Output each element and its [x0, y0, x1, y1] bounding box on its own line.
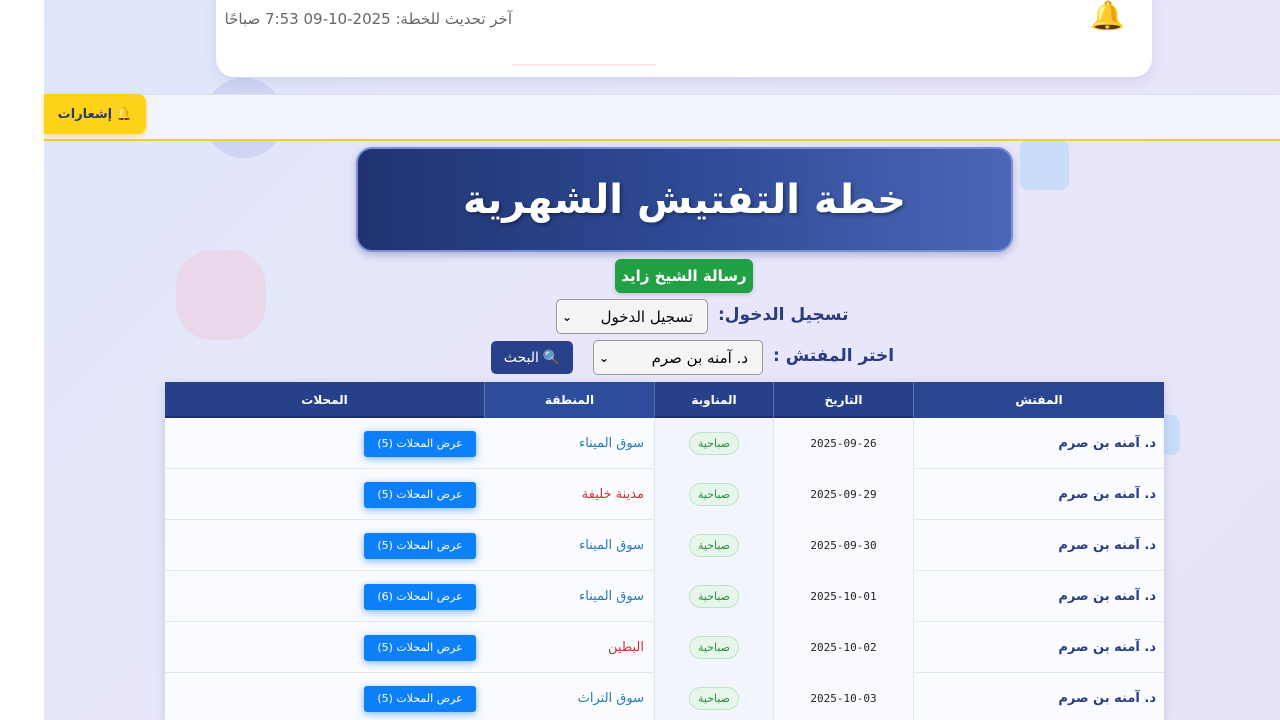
card-divider — [512, 64, 656, 66]
date-cell: 2025-10-03 — [773, 673, 913, 720]
area-text: سوق الميناء — [579, 589, 644, 604]
date-cell: 2025-10-02 — [773, 622, 913, 673]
inspector-select[interactable]: د. آمنه بن صرم ⌄ — [593, 340, 763, 375]
login-label: تسجيل الدخول: — [718, 305, 849, 325]
view-shops-button[interactable]: عرض المحلات (5) — [364, 481, 476, 508]
bell-icon: 🔔 — [116, 106, 133, 122]
login-select-value: تسجيل الدخول — [600, 307, 693, 326]
table-row: د. آمنه بن صرم 2025-09-29 صباحية مدينة خ… — [165, 469, 1164, 520]
shift-cell: صباحية — [654, 673, 773, 720]
page-title: خطة التفتيش الشهرية — [463, 176, 906, 223]
search-button[interactable]: 🔍 البحث — [491, 341, 573, 374]
column-header-shops: المحلات — [301, 393, 348, 407]
area-text: البطين — [608, 640, 644, 655]
area-cell: سوق الميناء — [484, 520, 654, 571]
shops-cell: عرض المحلات (5) — [165, 520, 484, 571]
chevron-down-icon: ⌄ — [599, 350, 610, 365]
shift-cell: صباحية — [654, 520, 773, 571]
shift-badge: صباحية — [688, 636, 740, 659]
shift-cell: صباحية — [654, 418, 773, 469]
login-select[interactable]: تسجيل الدخول ⌄ — [556, 299, 708, 334]
decorative-blob — [176, 250, 266, 340]
shift-badge: صباحية — [688, 432, 740, 455]
sheikh-zayed-message-button[interactable]: رسالة الشيخ زايد — [615, 259, 753, 293]
shift-cell: صباحية — [654, 469, 773, 520]
column-header-inspector: المفتش — [913, 382, 1164, 418]
area-cell: سوق الميناء — [484, 418, 654, 469]
inspector-cell: د. آمنه بن صرم — [913, 571, 1164, 622]
inspector-cell: د. آمنه بن صرم — [913, 673, 1164, 720]
decorative-blob — [1020, 140, 1069, 190]
column-header-area: المنطقة — [484, 382, 654, 418]
update-notice-card: آخر تحديث للخطة: 2025-10-09 7:53 صباحًا … — [216, 0, 1152, 77]
inspector-cell: د. آمنه بن صرم — [913, 520, 1164, 571]
table-row: د. آمنه بن صرم 2025-10-02 صباحية البطين … — [165, 622, 1164, 673]
table-row: د. آمنه بن صرم 2025-10-01 صباحية سوق الم… — [165, 571, 1164, 622]
date-cell: 2025-09-30 — [773, 520, 913, 571]
shift-badge: صباحية — [688, 585, 740, 608]
notifications-button[interactable]: 🔔 إشعارات — [44, 94, 146, 134]
shift-badge: صباحية — [688, 534, 740, 557]
last-update-text: آخر تحديث للخطة: 2025-10-09 7:53 صباحًا — [224, 10, 512, 28]
shift-badge: صباحية — [688, 483, 740, 506]
shops-cell: عرض المحلات (6) — [165, 571, 484, 622]
column-header-date: التاريخ — [773, 382, 913, 418]
view-shops-button[interactable]: عرض المحلات (5) — [364, 532, 476, 559]
date-cell: 2025-09-26 — [773, 418, 913, 469]
inspector-label: اختر المفتش : — [773, 346, 895, 366]
bell-icon: 🔔 — [1090, 0, 1125, 32]
table-row: د. آمنه بن صرم 2025-09-26 صباحية سوق الم… — [165, 418, 1164, 469]
area-text: سوق الميناء — [579, 436, 644, 451]
shops-cell: عرض المحلات (5) — [165, 622, 484, 673]
table-row: د. آمنه بن صرم 2025-09-30 صباحية سوق الم… — [165, 520, 1164, 571]
view-shops-button[interactable]: عرض المحلات (5) — [364, 430, 476, 457]
notification-bar — [44, 94, 1280, 141]
area-cell: سوق الميناء — [484, 571, 654, 622]
date-cell: 2025-09-29 — [773, 469, 913, 520]
inspector-cell: د. آمنه بن صرم — [913, 418, 1164, 469]
area-cell: سوق التراث — [484, 673, 654, 720]
inspection-table: المفتش التاريخ المناوبة المنطقة المحلات … — [165, 382, 1164, 720]
shops-cell: عرض المحلات (5) — [165, 673, 484, 720]
shift-cell: صباحية — [654, 571, 773, 622]
shift-cell: صباحية — [654, 622, 773, 673]
date-cell: 2025-10-01 — [773, 571, 913, 622]
area-text: سوق التراث — [577, 691, 644, 706]
shops-cell: عرض المحلات (5) — [165, 469, 484, 520]
inspector-cell: د. آمنه بن صرم — [913, 469, 1164, 520]
table-header: المفتش التاريخ المناوبة المنطقة المحلات — [165, 382, 1164, 418]
search-label: البحث — [503, 349, 539, 366]
shift-badge: صباحية — [688, 687, 740, 710]
view-shops-button[interactable]: عرض المحلات (5) — [364, 634, 476, 661]
area-cell: مدينة خليفة — [484, 469, 654, 520]
title-banner: خطة التفتيش الشهرية — [356, 147, 1013, 252]
shops-cell: عرض المحلات (5) — [165, 418, 484, 469]
area-text: مدينة خليفة — [581, 487, 644, 502]
inspector-select-value: د. آمنه بن صرم — [651, 348, 748, 367]
chevron-down-icon: ⌄ — [562, 309, 573, 324]
view-shops-button[interactable]: عرض المحلات (5) — [364, 685, 476, 712]
area-text: سوق الميناء — [579, 538, 644, 553]
notifications-label: إشعارات — [57, 106, 113, 122]
table-row: د. آمنه بن صرم 2025-10-03 صباحية سوق الت… — [165, 673, 1164, 720]
view-shops-button[interactable]: عرض المحلات (6) — [364, 583, 476, 610]
search-icon: 🔍 — [542, 349, 561, 366]
column-header-shift: المناوبة — [654, 382, 773, 418]
area-cell: البطين — [484, 622, 654, 673]
inspector-cell: د. آمنه بن صرم — [913, 622, 1164, 673]
